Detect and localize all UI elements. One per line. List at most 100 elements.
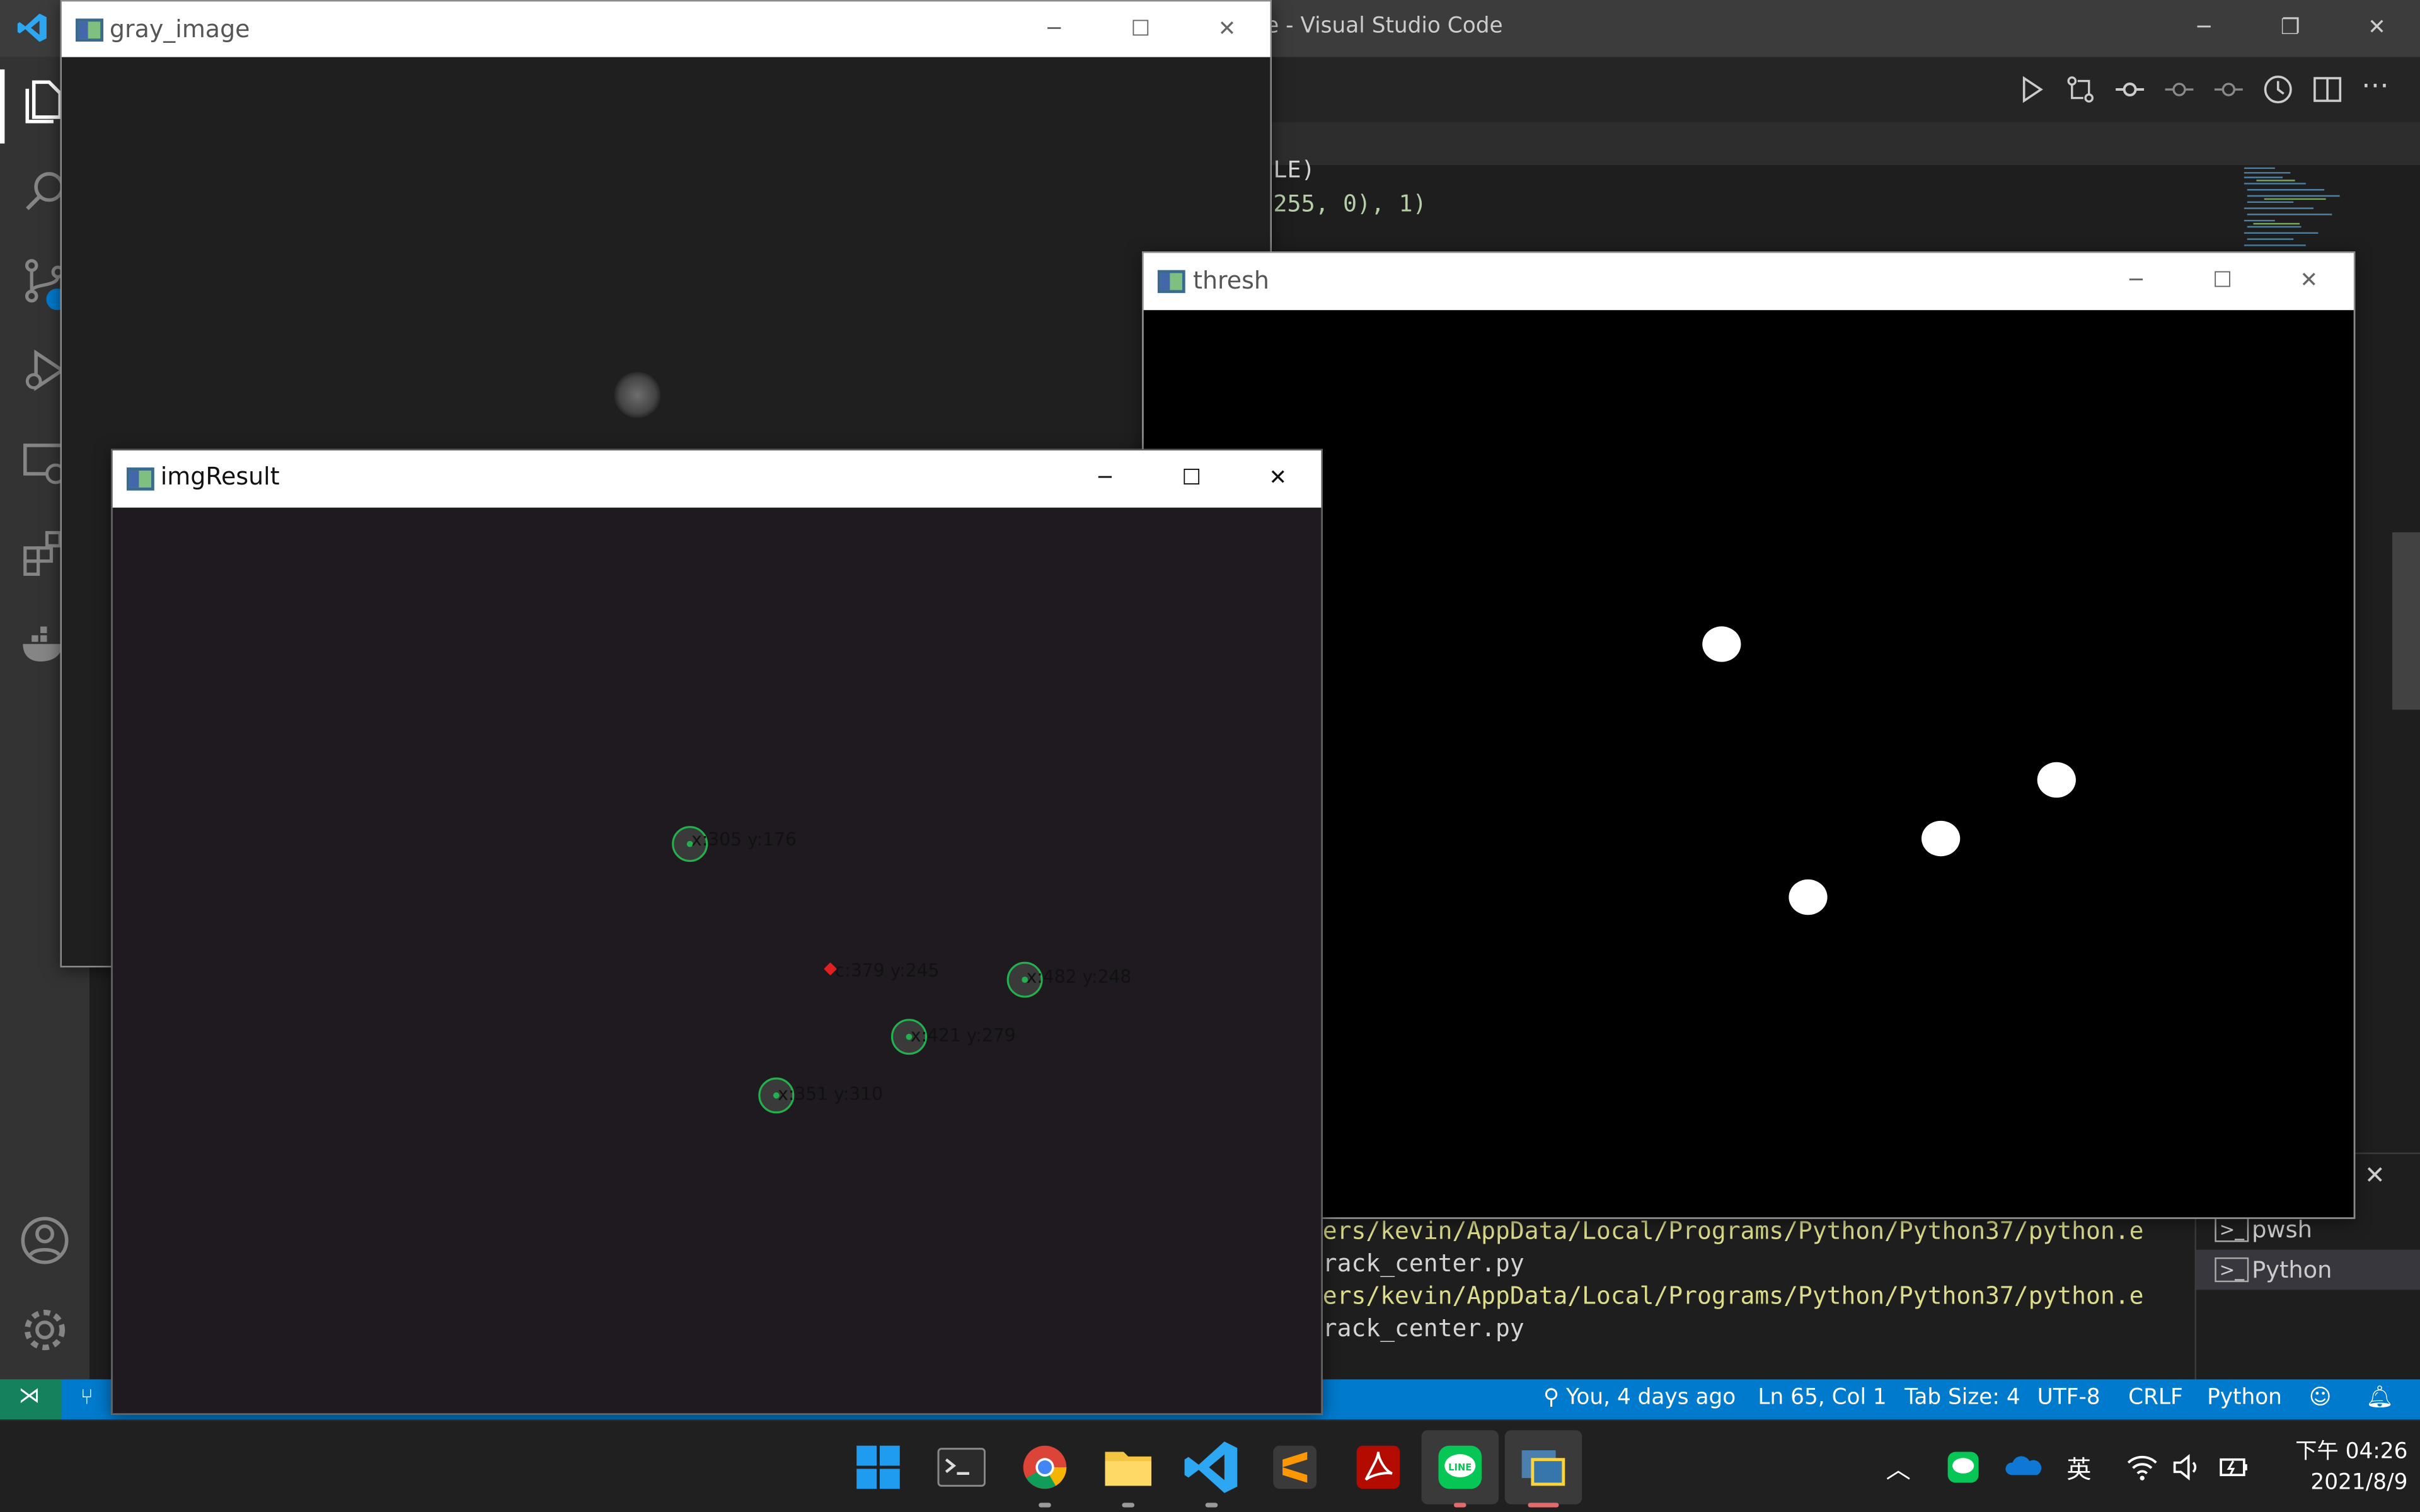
line-icon[interactable]: LINE <box>1429 1436 1491 1498</box>
close-button[interactable]: ✕ <box>1252 460 1304 497</box>
minimize-button[interactable]: ─ <box>2110 262 2162 299</box>
terminal-line: rack_center.py <box>1322 1314 1524 1343</box>
previous-change-icon[interactable] <box>2162 72 2196 106</box>
file-explorer-icon[interactable] <box>1097 1436 1159 1498</box>
code-line: LE) <box>1273 156 1315 184</box>
maximize-button[interactable]: ☐ <box>1165 460 1218 497</box>
active-indicator <box>0 69 5 144</box>
chrome-icon[interactable] <box>1014 1436 1076 1498</box>
terminal-item-python[interactable]: >_ Python <box>2196 1249 2420 1290</box>
running-indicator <box>1039 1503 1051 1508</box>
ime-indicator[interactable]: 英 <box>2066 1449 2091 1486</box>
remote-indicator[interactable]: ⋊ <box>0 1379 62 1420</box>
terminal-item-label: pwsh <box>2252 1215 2312 1244</box>
terminal-icon: >_ <box>2215 1257 2249 1283</box>
more-actions-icon[interactable]: ⋯ <box>2361 69 2389 101</box>
settings-gear-icon[interactable] <box>18 1303 71 1356</box>
window-thresh[interactable]: thresh ─ ☐ ✕ <box>1142 251 2356 1219</box>
volume-icon[interactable] <box>2170 1452 2204 1483</box>
system-clock[interactable]: 下午 04:26 2021/8/9 <box>2269 1436 2407 1498</box>
maximize-button[interactable]: ☐ <box>1114 11 1167 48</box>
vscode-logo-icon <box>17 13 47 42</box>
center-label: c:379 y:245 <box>834 959 940 982</box>
terminal-line: ers/kevin/AppData/Local/Programs/Python/… <box>1322 1217 2144 1246</box>
terminal-icon: >_ <box>2215 1217 2249 1242</box>
terminal-app-icon[interactable] <box>931 1436 993 1498</box>
remote-icon: ⋊ <box>18 1383 40 1409</box>
vscode-app-icon[interactable] <box>1180 1436 1242 1498</box>
line-notify-icon[interactable] <box>1946 1450 1980 1484</box>
window-imgresult[interactable]: imgResult ─ ☐ ✕ x:305 y:176 x:482 y:248 … <box>111 449 1323 1415</box>
imgresult-titlebar[interactable]: imgResult ─ ☐ ✕ <box>112 450 1322 508</box>
close-button[interactable]: ✕ <box>2283 262 2335 299</box>
minimize-button[interactable]: ─ <box>1028 11 1080 48</box>
compare-changes-icon[interactable] <box>2063 72 2097 106</box>
feedback-icon[interactable]: ☺ <box>2309 1385 2332 1410</box>
taskbar: LINE ︿ 英 下午 04:26 2021/8/9 <box>0 1419 2420 1512</box>
split-editor-icon[interactable] <box>2310 72 2344 106</box>
acrobat-icon[interactable] <box>1347 1436 1409 1498</box>
start-menu-icon[interactable] <box>848 1436 909 1498</box>
minimize-button[interactable]: ─ <box>1079 460 1131 497</box>
clock-time: 下午 04:26 <box>2295 1439 2408 1465</box>
minimize-button[interactable]: ─ <box>2173 6 2235 50</box>
threshold-blob <box>1702 626 1741 662</box>
threshold-blob <box>1789 879 1828 915</box>
cursor-position[interactable]: Ln 65, Col 1 <box>1758 1385 1886 1410</box>
notifications-bell-icon[interactable]: 🔔︎ <box>2366 1385 2394 1410</box>
onedrive-icon[interactable] <box>2005 1453 2042 1478</box>
threshold-blob <box>2037 762 2076 798</box>
close-panel-icon[interactable]: ✕ <box>2365 1160 2385 1190</box>
window-title: e - Visual Studio Code <box>1265 14 1503 39</box>
window-title: imgResult <box>160 462 280 491</box>
editor-scrollbar[interactable] <box>2392 532 2420 710</box>
minimap[interactable] <box>2241 165 2355 250</box>
branch-icon[interactable]: ⑂ <box>80 1385 93 1410</box>
app-icon <box>76 18 104 42</box>
accounts-icon[interactable] <box>18 1214 71 1266</box>
terminal-item-label: Python <box>2252 1256 2332 1284</box>
commit-icon: ⚲ <box>1543 1385 1567 1411</box>
tab-size[interactable]: Tab Size: 4 <box>1904 1385 2020 1410</box>
run-icon[interactable] <box>2014 72 2048 106</box>
marker-label: x:482 y:248 <box>1026 966 1132 988</box>
imgresult-canvas: x:305 y:176 x:482 y:248 x:421 y:279 x:35… <box>112 507 1322 1414</box>
code-line: 255, 0), 1) <box>1273 190 1427 218</box>
encoding[interactable]: UTF-8 <box>2037 1385 2100 1410</box>
maximize-button[interactable]: ☐ <box>2196 262 2249 299</box>
thresh-canvas <box>1143 310 2354 1218</box>
running-indicator <box>1453 1503 1466 1508</box>
blurred-blob <box>614 372 661 418</box>
close-button[interactable]: ✕ <box>1201 11 1253 48</box>
marker-label: x:351 y:310 <box>778 1083 884 1105</box>
app-icon <box>126 467 154 491</box>
running-indicator <box>1205 1503 1218 1508</box>
battery-icon[interactable] <box>2218 1452 2252 1483</box>
python-icon[interactable] <box>1512 1436 1574 1498</box>
language-mode[interactable]: Python <box>2207 1385 2282 1410</box>
app-icon <box>1157 270 1185 294</box>
terminal-list: >_ pwsh >_ Python <box>2194 1215 2420 1381</box>
git-blame[interactable]: ⚲ You, 4 days ago <box>1543 1385 1736 1410</box>
chevron-up-icon[interactable]: ︿ <box>1886 1449 1911 1486</box>
threshold-blob <box>1922 820 1961 857</box>
running-indicator <box>1528 1503 1559 1508</box>
restore-button[interactable]: ❐ <box>2259 6 2321 50</box>
timeline-icon[interactable] <box>2261 72 2295 106</box>
running-indicator <box>1122 1503 1135 1508</box>
git-commit-icon[interactable] <box>2113 72 2147 106</box>
marker-label: x:305 y:176 <box>691 828 797 850</box>
terminal-line: ers/kevin/AppData/Local/Programs/Python/… <box>1322 1282 2144 1310</box>
tab-strip <box>1265 122 2420 166</box>
gray-image-titlebar[interactable]: gray_image ─ ☐ ✕ <box>61 1 1270 57</box>
thresh-titlebar[interactable]: thresh ─ ☐ ✕ <box>1143 253 2354 311</box>
clock-date: 2021/8/9 <box>2310 1470 2408 1496</box>
marker-label: x:421 y:279 <box>910 1024 1016 1046</box>
line-ending[interactable]: CRLF <box>2128 1385 2183 1410</box>
next-change-icon[interactable] <box>2211 72 2245 106</box>
terminal-line: rack_center.py <box>1322 1249 1524 1278</box>
wifi-icon[interactable] <box>2125 1452 2159 1483</box>
sublime-text-icon[interactable] <box>1264 1436 1326 1498</box>
close-button[interactable]: ✕ <box>2346 6 2407 50</box>
editor-toolbar: ⋯ <box>1265 57 2420 122</box>
